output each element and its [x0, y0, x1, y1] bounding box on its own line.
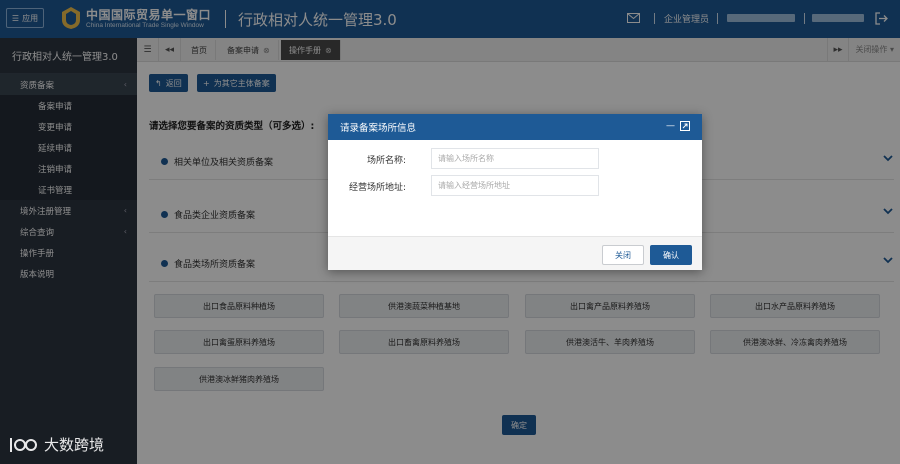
watermark-text: 大数跨境 — [44, 436, 105, 454]
site-address-input[interactable] — [431, 175, 599, 196]
minimize-icon[interactable]: — — [666, 121, 675, 131]
site-name-input[interactable] — [431, 148, 599, 169]
site-address-label: 经营场所地址: — [348, 183, 406, 193]
site-address-row: 经营场所地址: — [328, 175, 702, 197]
dialog-title: 请录备案场所信息 — [340, 123, 417, 134]
watermark: 大数跨境 — [8, 434, 104, 455]
site-name-row: 场所名称: — [328, 148, 702, 170]
site-info-dialog: 请录备案场所信息 — 场所名称: 经营场所地址: 关闭 确认 — [328, 114, 702, 270]
ok-button[interactable]: 确认 — [650, 245, 692, 265]
dialog-header: 请录备案场所信息 — — [328, 114, 702, 140]
watermark-logo-icon — [10, 437, 37, 452]
dialog-footer: 关闭 确认 — [328, 236, 702, 270]
close-button[interactable]: 关闭 — [602, 245, 644, 265]
site-name-label: 场所名称: — [366, 156, 406, 166]
maximize-icon[interactable] — [680, 121, 690, 131]
